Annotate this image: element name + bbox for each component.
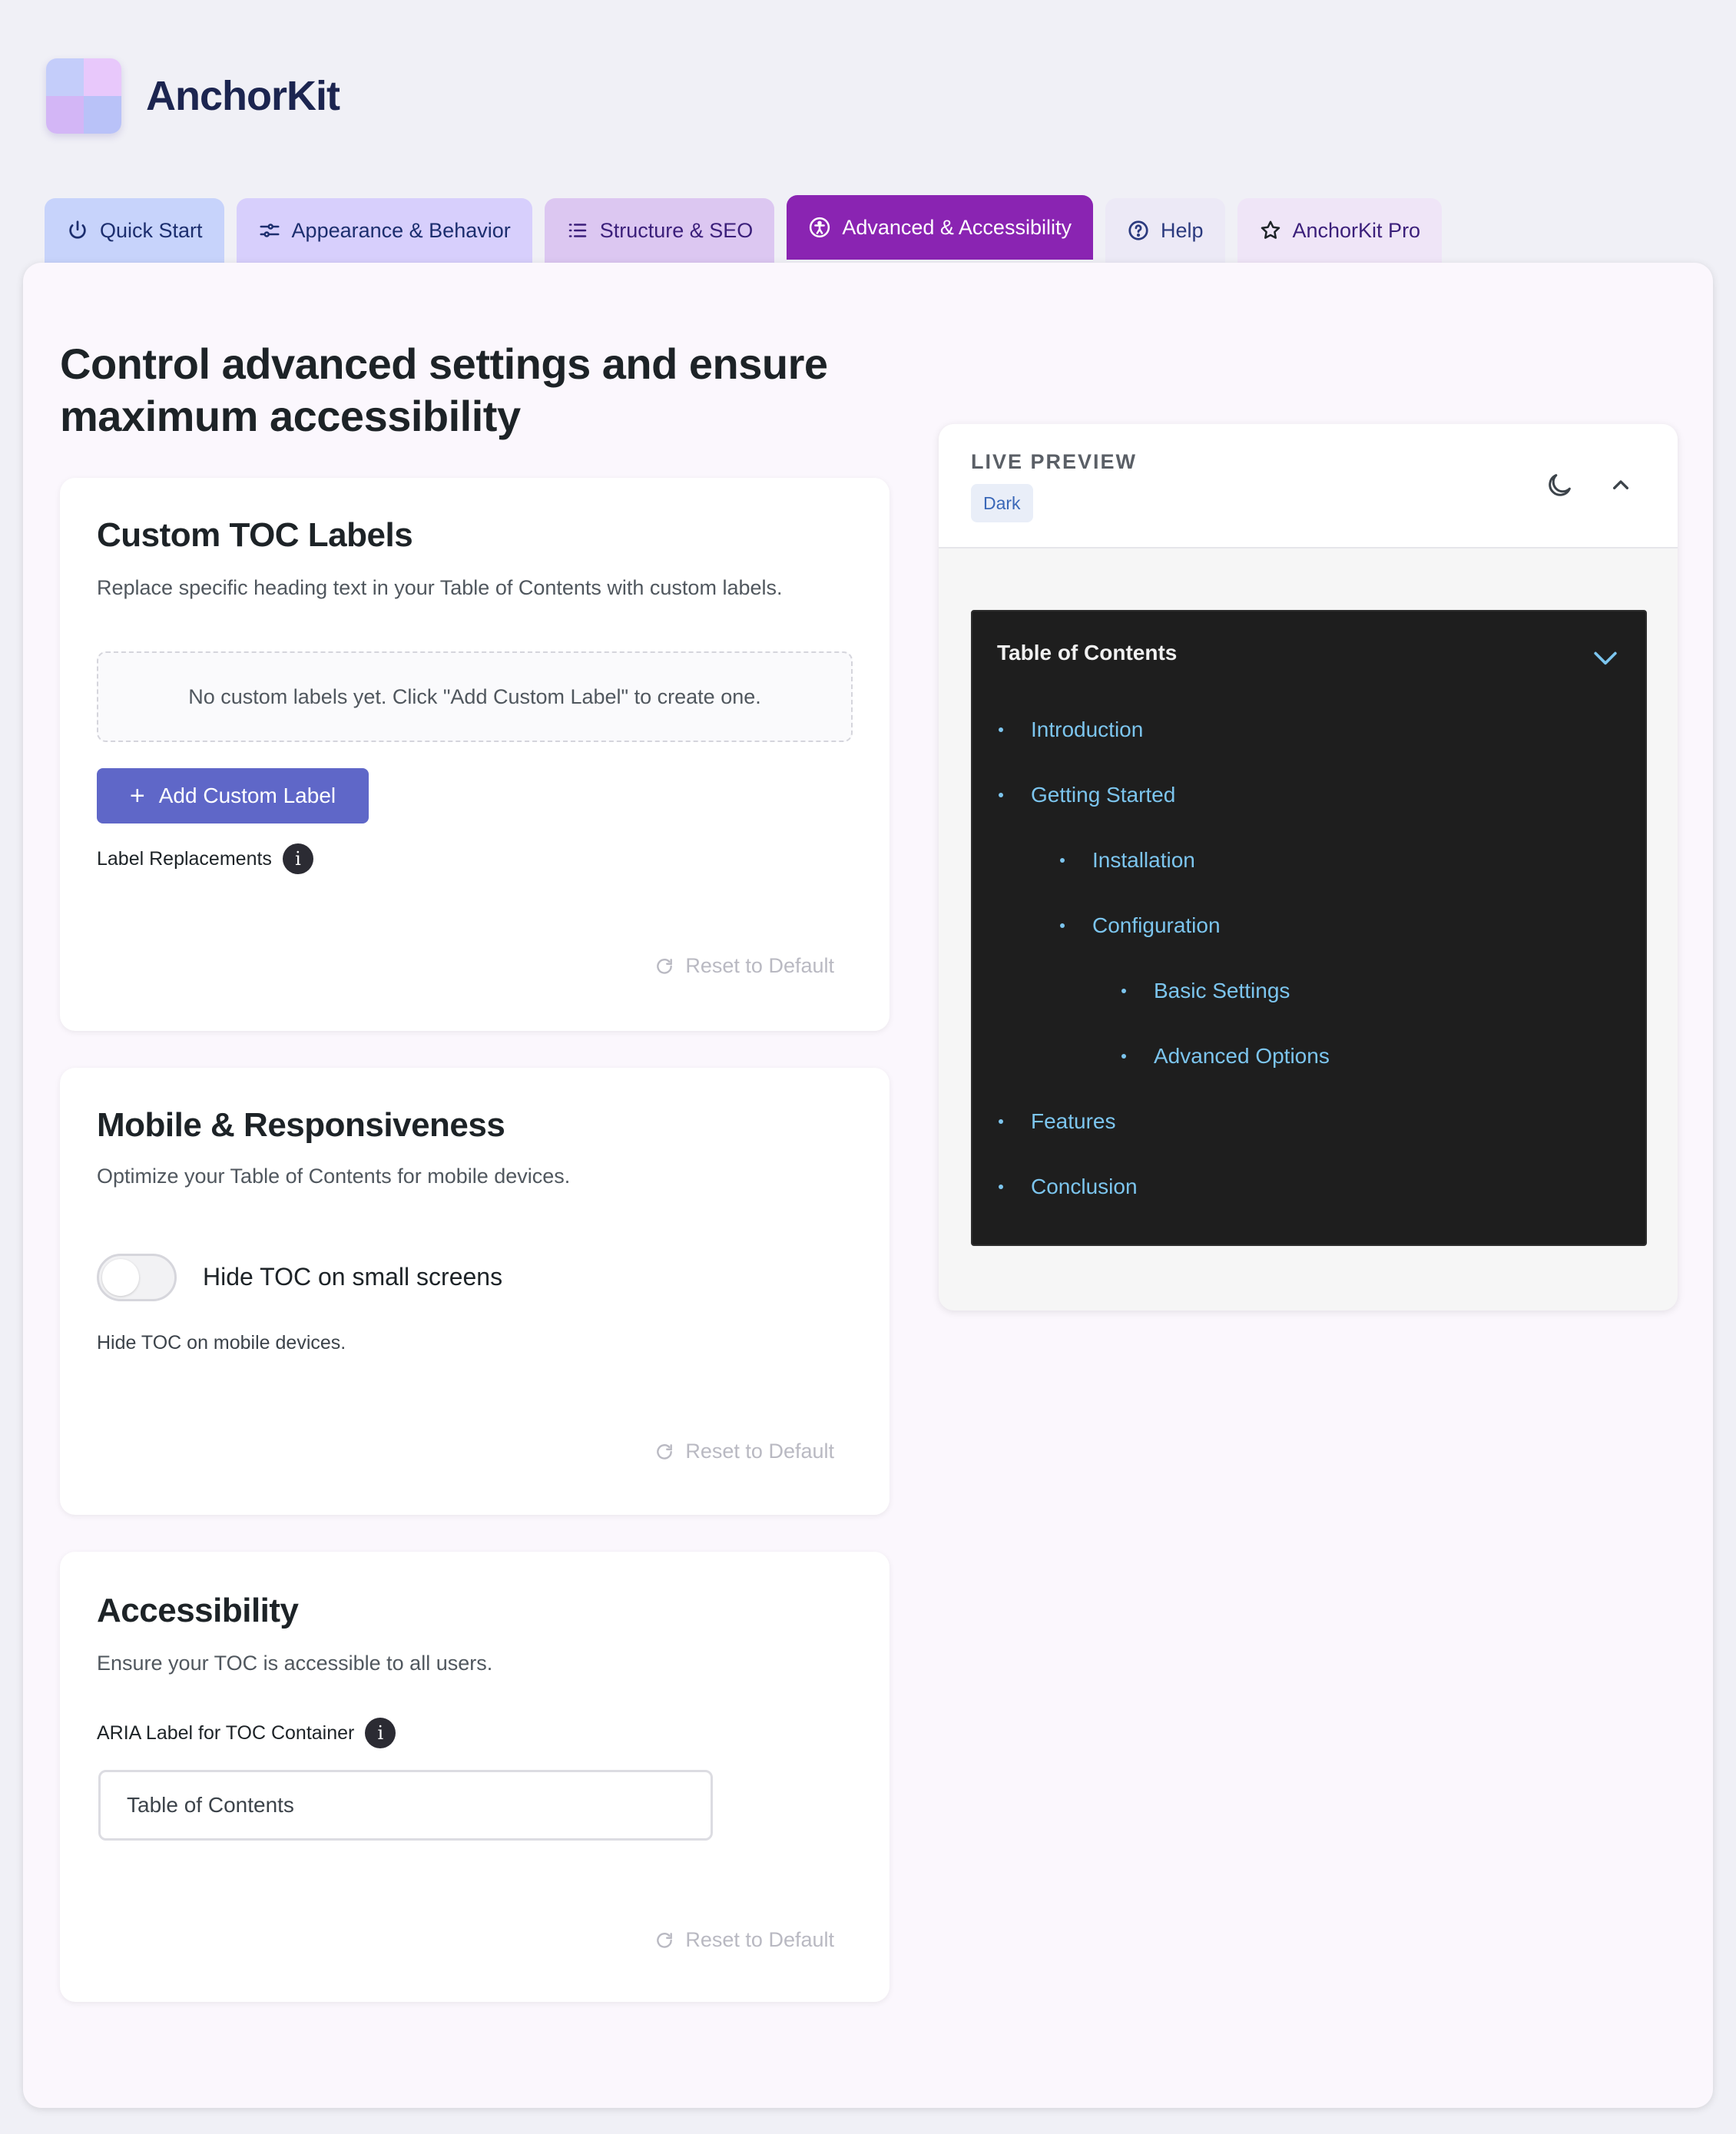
tab-help[interactable]: Help <box>1105 198 1225 263</box>
plus-icon: + <box>129 781 145 810</box>
tab-structure-seo[interactable]: Structure & SEO <box>544 198 775 263</box>
toc-link-label: Conclusion <box>1031 1175 1138 1198</box>
card-title: Mobile & Responsiveness <box>97 1106 505 1144</box>
reset-to-default-button[interactable]: Reset to Default <box>654 1928 834 1952</box>
app-title: AnchorKit <box>146 73 340 119</box>
custom-toc-labels-card: Custom TOC Labels Replace specific headi… <box>60 478 890 1031</box>
list-icon <box>568 224 586 237</box>
bullet-icon <box>1121 1054 1126 1059</box>
empty-labels-message: No custom labels yet. Click "Add Custom … <box>97 651 853 742</box>
reset-to-default-button[interactable]: Reset to Default <box>654 1440 834 1463</box>
preview-title: LIVE PREVIEW <box>971 450 1138 473</box>
toc-link[interactable]: Introduction <box>999 717 1143 742</box>
toc-link-label: Installation <box>1092 848 1195 872</box>
card-description: Optimize your Table of Contents for mobi… <box>97 1165 571 1188</box>
toc-link-label: Advanced Options <box>1154 1044 1330 1068</box>
info-icon[interactable]: i <box>282 843 313 874</box>
tab-advanced-accessibility[interactable]: Advanced & Accessibility <box>787 195 1093 260</box>
reset-label: Reset to Default <box>685 954 834 977</box>
tab-label: Quick Start <box>100 218 203 242</box>
settings-tabs: Quick Start Appearance & Behavior Struct… <box>45 195 1443 263</box>
aria-label-field-label: ARIA Label for TOC Container i <box>97 1718 396 1748</box>
toggle-knob <box>102 1259 139 1296</box>
card-description: Replace specific heading text in your Ta… <box>97 576 783 599</box>
page-title: Control advanced settings and ensure max… <box>60 340 828 440</box>
live-preview: LIVE PREVIEW Dark Table of Contents Intr… <box>939 424 1678 1311</box>
label-replacements-label: Label Replacements i <box>97 843 313 874</box>
chevron-up-icon[interactable] <box>1605 470 1636 501</box>
toc-link-label: Basic Settings <box>1154 979 1290 1002</box>
toc-link[interactable]: Features <box>999 1109 1116 1134</box>
reset-icon <box>657 1443 673 1460</box>
toc-link[interactable]: Basic Settings <box>1121 979 1290 1003</box>
preview-header: LIVE PREVIEW Dark <box>939 424 1678 548</box>
info-icon[interactable]: i <box>365 1718 396 1748</box>
hide-toc-small-screens-toggle[interactable] <box>97 1254 177 1301</box>
tab-appearance-behavior[interactable]: Appearance & Behavior <box>236 198 532 263</box>
settings-panel: Control advanced settings and ensure max… <box>23 263 1713 2108</box>
anchorkit-logo <box>46 58 121 134</box>
button-label: Add Custom Label <box>158 784 336 807</box>
toggle-help-text: Hide TOC on mobile devices. <box>97 1332 346 1354</box>
bullet-icon <box>1060 923 1065 928</box>
card-description: Ensure your TOC is accessible to all use… <box>97 1652 493 1675</box>
reset-icon <box>657 1932 673 1948</box>
mobile-responsiveness-card: Mobile & Responsiveness Optimize your Ta… <box>60 1068 890 1515</box>
toc-link[interactable]: Advanced Options <box>1121 1044 1330 1069</box>
reset-to-default-button[interactable]: Reset to Default <box>654 954 834 978</box>
reset-label: Reset to Default <box>685 1440 834 1463</box>
accessibility-icon <box>810 217 830 238</box>
aria-label-input[interactable]: Table of Contents <box>98 1770 713 1841</box>
field-label-text: Label Replacements <box>97 847 272 870</box>
bullet-icon <box>1060 858 1065 863</box>
star-icon <box>1261 220 1280 239</box>
tab-label: Appearance & Behavior <box>291 218 511 242</box>
card-title: Accessibility <box>97 1592 299 1629</box>
sliders-icon <box>260 224 280 237</box>
bullet-icon <box>999 793 1003 797</box>
add-custom-label-button[interactable]: + Add Custom Label <box>97 768 369 823</box>
tab-quick-start[interactable]: Quick Start <box>45 198 224 263</box>
toc-link[interactable]: Installation <box>1060 848 1195 873</box>
bullet-icon <box>999 727 1003 732</box>
card-title: Custom TOC Labels <box>97 516 413 554</box>
toc-link[interactable]: Configuration <box>1060 913 1221 938</box>
empty-message-text: No custom labels yet. Click "Add Custom … <box>188 684 761 708</box>
field-label-text: ARIA Label for TOC Container <box>97 1721 355 1744</box>
chevron-down-icon[interactable] <box>1589 641 1622 674</box>
toc-link-label: Introduction <box>1031 717 1144 741</box>
toc-title: Table of Contents <box>997 641 1178 664</box>
toc-link[interactable]: Conclusion <box>999 1175 1138 1199</box>
power-icon <box>69 220 86 239</box>
help-circle-icon <box>1128 220 1148 240</box>
tab-label: AnchorKit Pro <box>1292 218 1421 242</box>
tab-label: Advanced & Accessibility <box>842 215 1072 239</box>
reset-icon <box>657 958 673 974</box>
bullet-icon <box>999 1185 1003 1189</box>
toc-preview: Table of Contents Introduction Getting S… <box>971 610 1647 1246</box>
toc-link-label: Features <box>1031 1109 1116 1133</box>
toc-link-label: Getting Started <box>1031 783 1176 807</box>
reset-label: Reset to Default <box>685 1928 834 1951</box>
app-header: AnchorKit <box>46 58 340 134</box>
bullet-icon <box>999 1119 1003 1124</box>
bullet-icon <box>1121 989 1126 993</box>
moon-icon[interactable] <box>1544 470 1575 501</box>
tab-label: Help <box>1160 218 1204 242</box>
tab-label: Structure & SEO <box>599 218 754 242</box>
toc-link-label: Configuration <box>1092 913 1221 937</box>
toggle-label: Hide TOC on small screens <box>203 1263 503 1291</box>
tab-anchorkit-pro[interactable]: AnchorKit Pro <box>1237 198 1443 263</box>
toc-link[interactable]: Getting Started <box>999 783 1175 807</box>
accessibility-card: Accessibility Ensure your TOC is accessi… <box>60 1552 890 2002</box>
input-value: Table of Contents <box>127 1793 294 1817</box>
theme-badge: Dark <box>971 484 1033 522</box>
